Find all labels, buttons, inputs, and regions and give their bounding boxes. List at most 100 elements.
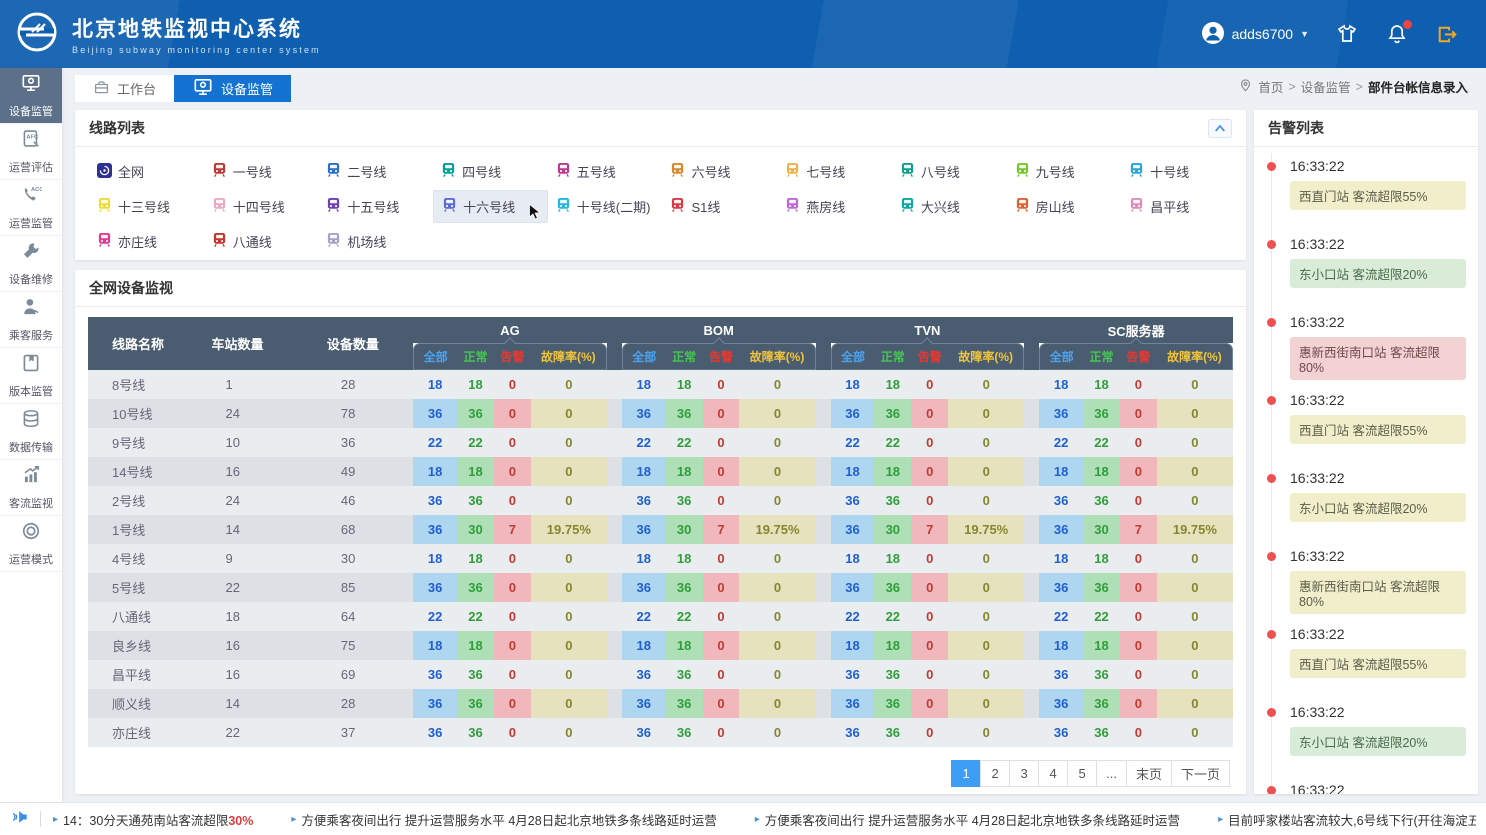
line-item-一号线[interactable]: 一号线 xyxy=(204,155,319,188)
tabbar: 工作台 设备监管 首页>设备监管>部件台帐信息录入 xyxy=(62,68,1486,102)
ticker-item: ▸ 14：30分天通苑南站客流超限30% xyxy=(53,810,253,829)
cell-normal: 22 xyxy=(1083,428,1120,457)
line-item-十号线(二期)[interactable]: 十号线(二期) xyxy=(548,190,663,223)
line-item-S1线[interactable]: S1线 xyxy=(662,190,777,223)
gap-cell xyxy=(1024,457,1039,486)
cell-all: 22 xyxy=(1039,428,1083,457)
sidebar-item-设备监管[interactable]: 设备监管 xyxy=(0,68,62,124)
line-item-六号线[interactable]: 六号线 xyxy=(662,155,777,188)
page-button-5[interactable]: 5 xyxy=(1067,760,1097,787)
gap-cell xyxy=(816,544,831,573)
tab-工作台[interactable]: 工作台 xyxy=(75,75,174,102)
cell-alarm: 0 xyxy=(494,457,531,486)
cell-station-count: 24 xyxy=(198,399,313,428)
gap-cell xyxy=(607,515,622,544)
sub-header: 全部 xyxy=(1039,343,1083,370)
header-right: adds6700 ▼ xyxy=(1201,21,1460,48)
sidebar-item-客流监视[interactable]: 客流监视 xyxy=(0,460,62,516)
cell-all: 18 xyxy=(1039,544,1083,573)
line-item-十五号线[interactable]: 十五号线 xyxy=(318,190,433,223)
sidebar-item-运营评估[interactable]: AFC 运营评估 xyxy=(0,124,62,180)
cell-all: 18 xyxy=(1039,370,1083,399)
notifications-bell-icon[interactable] xyxy=(1385,22,1409,46)
tab-设备监管[interactable]: 设备监管 xyxy=(174,75,291,102)
line-item-五号线[interactable]: 五号线 xyxy=(548,155,663,188)
cell-normal: 18 xyxy=(666,457,703,486)
line-item-燕房线[interactable]: 燕房线 xyxy=(777,190,892,223)
cell-normal: 36 xyxy=(666,399,703,428)
line-item-四号线[interactable]: 四号线 xyxy=(433,155,548,188)
line-item-亦庄线[interactable]: 亦庄线 xyxy=(89,225,204,258)
cell-normal: 36 xyxy=(666,718,703,747)
cell-all: 22 xyxy=(622,602,666,631)
train-icon xyxy=(1129,162,1144,181)
cell-all: 36 xyxy=(1039,689,1083,718)
cell-alarm: 7 xyxy=(494,515,531,544)
alarm-entry: 16:33:22 东小口站 客流超限20% xyxy=(1254,703,1478,781)
line-item-机场线[interactable]: 机场线 xyxy=(318,225,433,258)
page-button-末页[interactable]: 末页 xyxy=(1126,760,1172,787)
cell-all: 36 xyxy=(622,486,666,515)
cell-alarm: 0 xyxy=(911,399,948,428)
line-item-房山线[interactable]: 房山线 xyxy=(1007,190,1122,223)
cell-station-count: 14 xyxy=(198,689,313,718)
cell-alarm: 0 xyxy=(1120,602,1157,631)
theme-skin-icon[interactable] xyxy=(1335,22,1359,46)
train-icon xyxy=(900,162,915,181)
breadcrumb-item-首页[interactable]: 首页 xyxy=(1258,77,1283,96)
cell-normal: 36 xyxy=(1083,486,1120,515)
page-button-1[interactable]: 1 xyxy=(951,760,981,787)
cell-fault-rate: 0 xyxy=(1157,718,1233,747)
line-item-label: 十四号线 xyxy=(233,197,285,216)
sidebar-item-乘客服务[interactable]: 乘客服务 xyxy=(0,292,62,348)
cell-all: 22 xyxy=(831,602,875,631)
sidebar-item-运营模式[interactable]: 运营模式 xyxy=(0,516,62,572)
line-item-大兴线[interactable]: 大兴线 xyxy=(892,190,1007,223)
cell-normal: 18 xyxy=(1083,544,1120,573)
table-row: 顺义线 14 2836 36 0 036 36 0 036 36 0 036 3… xyxy=(88,689,1233,718)
line-item-十四号线[interactable]: 十四号线 xyxy=(204,190,319,223)
line-item-十六号线[interactable]: 十六号线 xyxy=(433,190,548,223)
line-item-十号线[interactable]: 十号线 xyxy=(1121,155,1236,188)
table-row: 8号线 1 2818 18 0 018 18 0 018 18 0 018 18… xyxy=(88,370,1233,399)
breadcrumb-item-设备监管[interactable]: 设备监管 xyxy=(1301,77,1351,96)
cell-normal: 36 xyxy=(457,486,494,515)
line-item-全网[interactable]: 全网 xyxy=(89,155,204,188)
sidebar-item-设备维修[interactable]: 设备维修 xyxy=(0,236,62,292)
alarm-time: 16:33:22 xyxy=(1290,469,1478,487)
logout-icon[interactable] xyxy=(1435,22,1460,47)
sidebar-item-运营监管[interactable]: ACC 运营监管 xyxy=(0,180,62,236)
page-button-下一页[interactable]: 下一页 xyxy=(1171,760,1230,787)
line-item-九号线[interactable]: 九号线 xyxy=(1007,155,1122,188)
line-item-二号线[interactable]: 二号线 xyxy=(318,155,433,188)
tabs: 工作台 设备监管 xyxy=(75,75,291,102)
alarm-dot-icon xyxy=(1267,162,1276,171)
cell-fault-rate: 0 xyxy=(531,544,607,573)
page-button-2[interactable]: 2 xyxy=(980,760,1010,787)
cell-alarm: 0 xyxy=(703,428,740,457)
gap-cell xyxy=(1024,486,1039,515)
table-row: 亦庄线 22 3736 36 0 036 36 0 036 36 0 036 3… xyxy=(88,718,1233,747)
line-item-八通线[interactable]: 八通线 xyxy=(204,225,319,258)
cell-all: 18 xyxy=(413,370,457,399)
alarm-message: 东小口站 客流超限20% xyxy=(1290,259,1466,288)
user-menu[interactable]: adds6700 ▼ xyxy=(1201,21,1309,48)
cell-normal: 30 xyxy=(1083,515,1120,544)
sidebar-item-版本监管[interactable]: 版本监管 xyxy=(0,348,62,404)
collapse-panel-button[interactable] xyxy=(1208,119,1232,138)
chevron-down-icon: ▼ xyxy=(1300,29,1309,39)
cell-device-count: 49 xyxy=(313,457,413,486)
page-button-3[interactable]: 3 xyxy=(1009,760,1039,787)
line-item-昌平线[interactable]: 昌平线 xyxy=(1121,190,1236,223)
cell-alarm: 0 xyxy=(911,573,948,602)
sidebar-item-数据传输[interactable]: 数据传输 xyxy=(0,404,62,460)
page-button-4[interactable]: 4 xyxy=(1038,760,1068,787)
page-button-...[interactable]: ... xyxy=(1096,760,1127,787)
line-item-八号线[interactable]: 八号线 xyxy=(892,155,1007,188)
cell-alarm: 0 xyxy=(1120,399,1157,428)
cell-alarm: 0 xyxy=(494,399,531,428)
cell-all: 36 xyxy=(413,689,457,718)
line-item-七号线[interactable]: 七号线 xyxy=(777,155,892,188)
line-item-十三号线[interactable]: 十三号线 xyxy=(89,190,204,223)
cell-device-count: 75 xyxy=(313,631,413,660)
